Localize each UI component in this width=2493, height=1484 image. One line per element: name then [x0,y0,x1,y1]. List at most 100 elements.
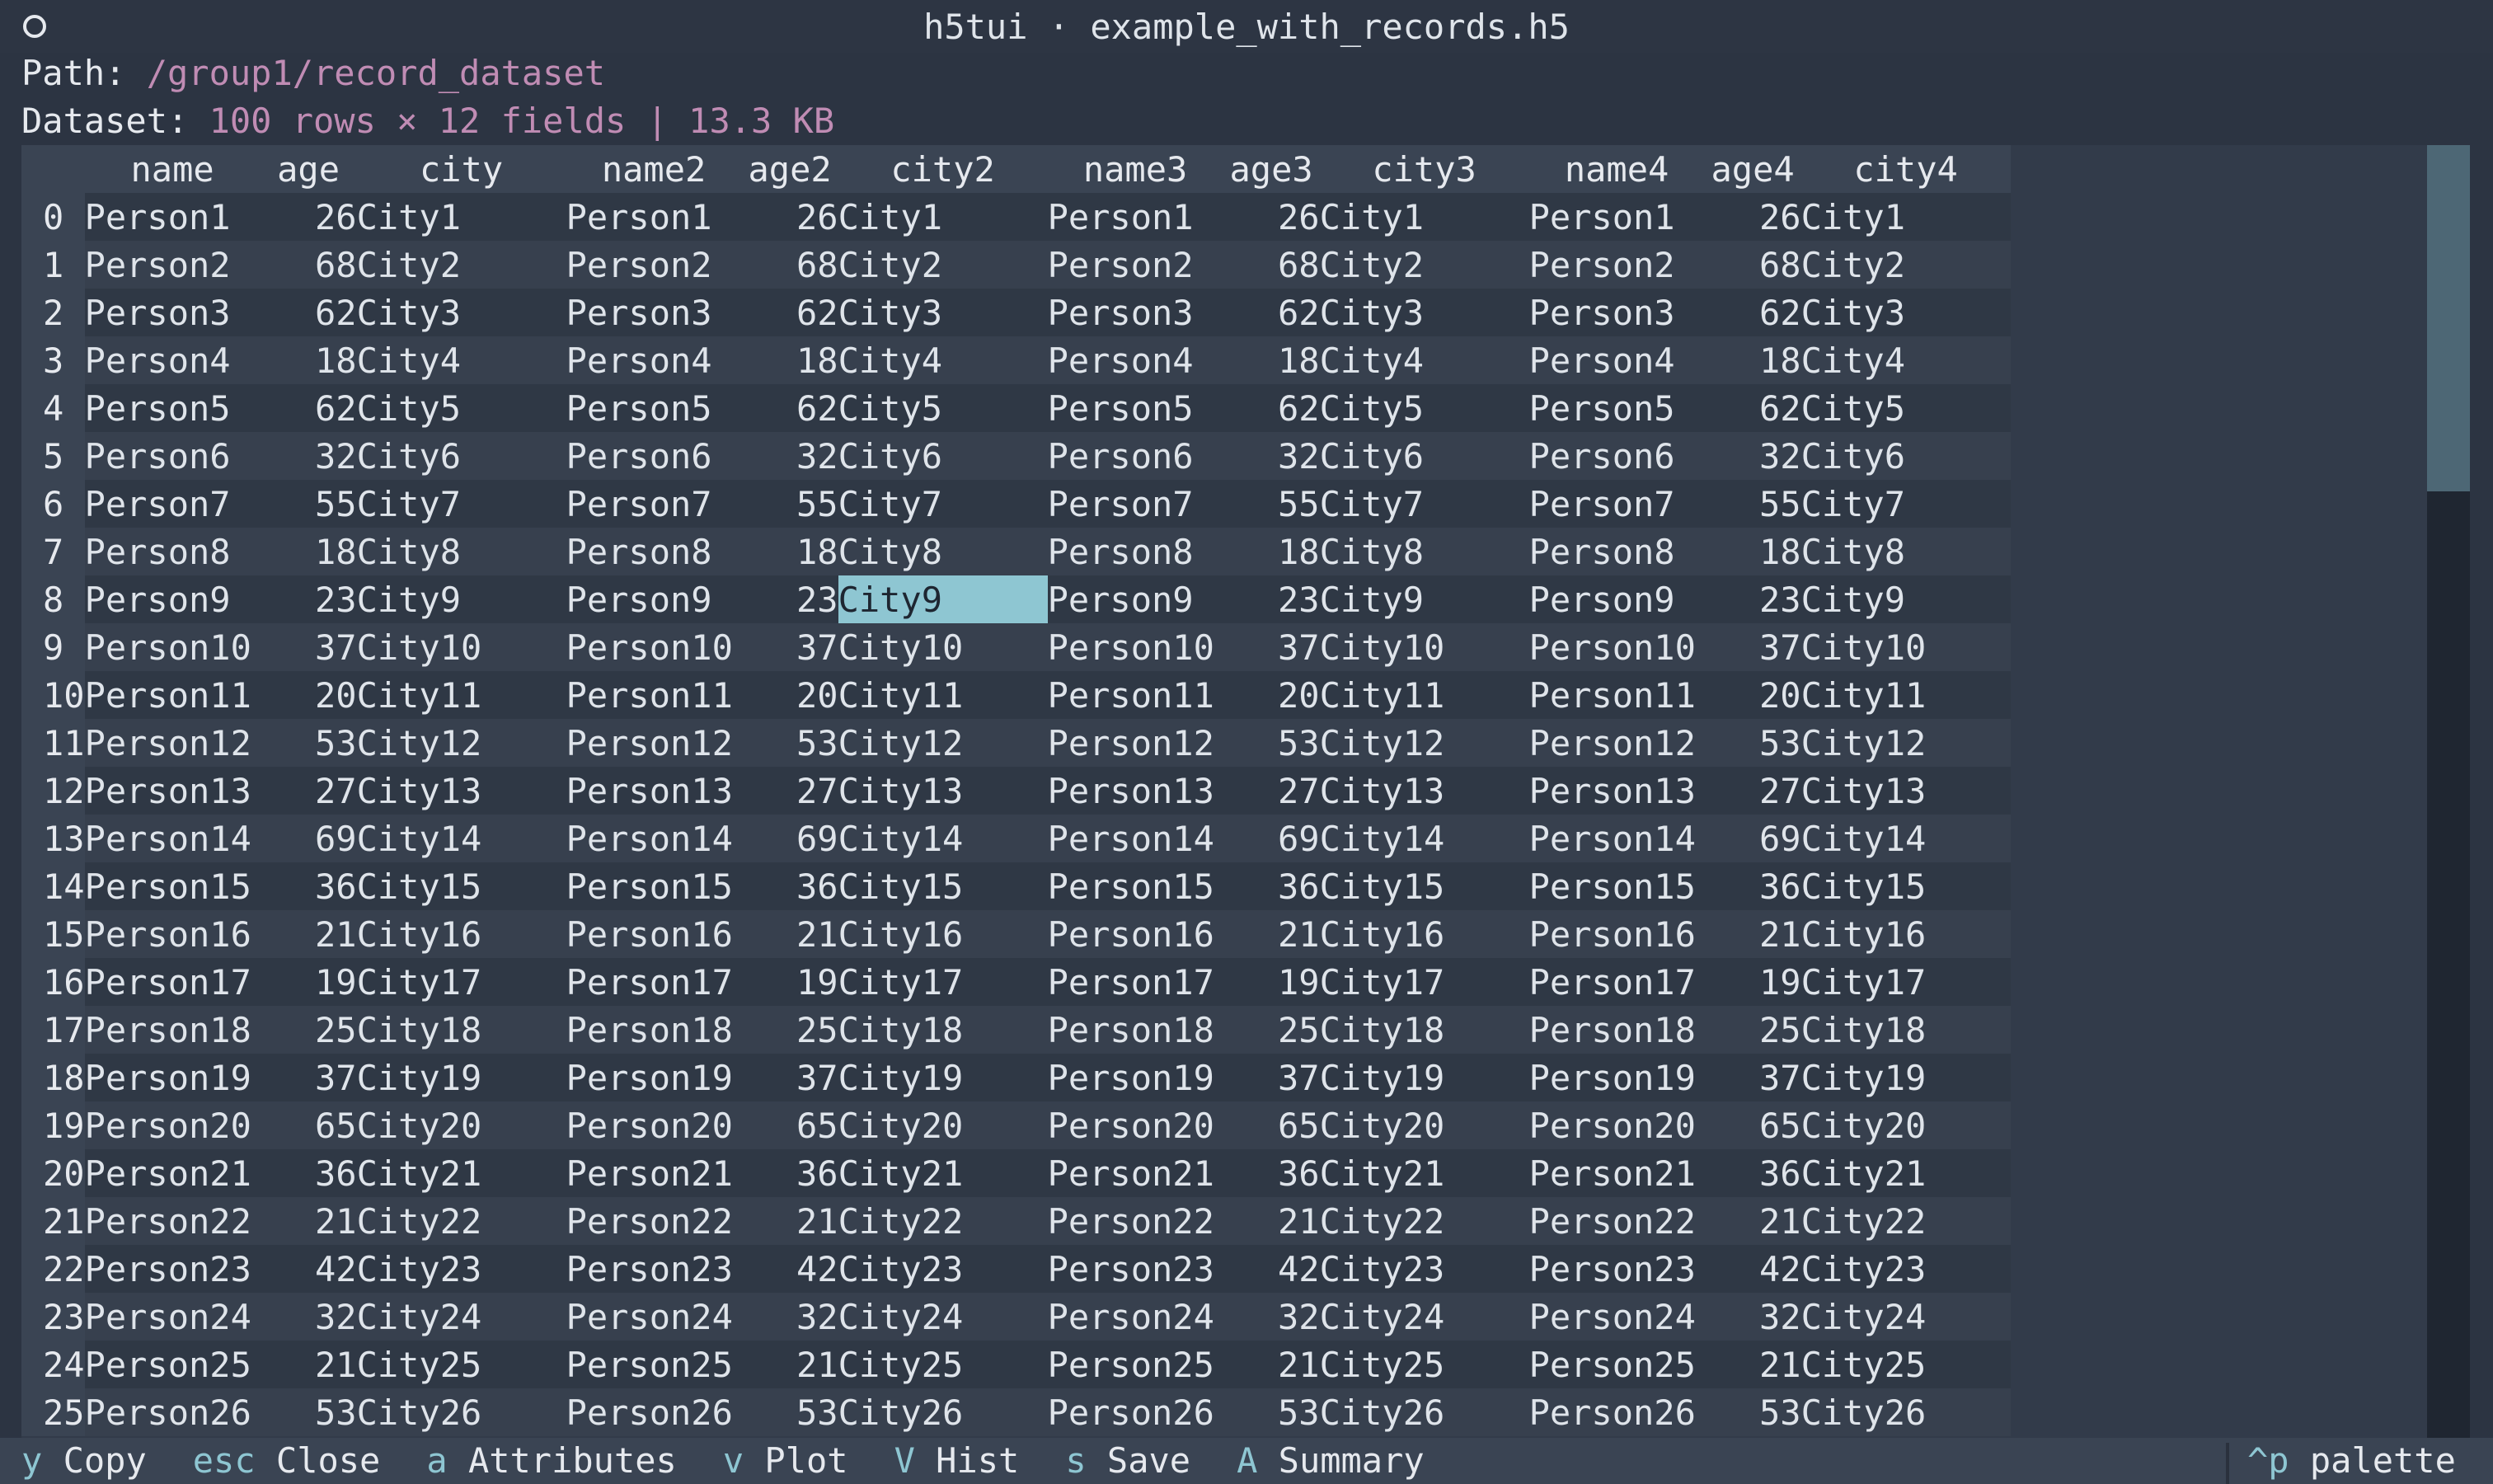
cell-city2[interactable]: City9 [838,575,1048,623]
cell-city4[interactable]: City1 [1800,193,2011,241]
cell-age[interactable]: 42 [260,1245,357,1293]
cell-city4[interactable]: City11 [1800,671,2011,719]
cell-age4[interactable]: 36 [1704,1149,1801,1197]
cell-age[interactable]: 19 [260,958,357,1006]
cell-name4[interactable]: Person17 [1528,958,1705,1006]
cell-city4[interactable]: City17 [1800,958,2011,1006]
cell-age3[interactable]: 68 [1223,241,1320,289]
cell-age[interactable]: 32 [260,1293,357,1341]
cell-age2[interactable]: 36 [741,1149,838,1197]
cell-city[interactable]: City14 [356,815,566,862]
cell-city[interactable]: City5 [356,384,566,432]
cell-age[interactable]: 36 [260,1149,357,1197]
cell-city3[interactable]: City20 [1319,1101,1529,1149]
cell-age4[interactable]: 65 [1704,1101,1801,1149]
cell-city3[interactable]: City2 [1319,241,1529,289]
cell-name[interactable]: Person17 [84,958,261,1006]
cell-name2[interactable]: Person2 [566,241,742,289]
cell-name2[interactable]: Person26 [566,1388,742,1436]
cell-city2[interactable]: City23 [838,1245,1048,1293]
cell-age[interactable]: 18 [260,528,357,575]
cell-city[interactable]: City18 [356,1006,566,1054]
cell-age4[interactable]: 62 [1704,384,1801,432]
cell-age2[interactable]: 69 [741,815,838,862]
cell-age4[interactable]: 32 [1704,432,1801,480]
table-row[interactable]: 2 Person3 62 City3 Person3 62 City3 Person3 62 Ci… [21,289,2011,336]
cell-name4[interactable]: Person21 [1528,1149,1705,1197]
cell-name3[interactable]: Person16 [1047,910,1223,958]
cell-city4[interactable]: City24 [1800,1293,2011,1341]
cell-city2[interactable]: City17 [838,958,1048,1006]
cell-city[interactable]: City21 [356,1149,566,1197]
cell-city2[interactable]: City13 [838,767,1048,815]
cell-city3[interactable]: City11 [1319,671,1529,719]
cell-age3[interactable]: 32 [1223,1293,1320,1341]
cell-age2[interactable]: 65 [741,1101,838,1149]
cell-name4[interactable]: Person10 [1528,623,1705,671]
cell-age3[interactable]: 27 [1223,767,1320,815]
cell-city[interactable]: City2 [356,241,566,289]
cell-city4[interactable]: City12 [1800,719,2011,767]
cell-name2[interactable]: Person16 [566,910,742,958]
cell-city[interactable]: City12 [356,719,566,767]
cell-city3[interactable]: City17 [1319,958,1529,1006]
cell-city3[interactable]: City18 [1319,1006,1529,1054]
table-row[interactable]: 4 Person5 62 City5 Person5 62 City5 Person5 62 Ci… [21,384,2011,432]
column-header-name2[interactable]: name2 [566,145,742,193]
cell-age2[interactable]: 68 [741,241,838,289]
cell-city3[interactable]: City4 [1319,336,1529,384]
cell-city2[interactable]: City12 [838,719,1048,767]
cell-name2[interactable]: Person13 [566,767,742,815]
column-header-name3[interactable]: name3 [1047,145,1223,193]
cell-age3[interactable]: 53 [1223,719,1320,767]
cell-age4[interactable]: 37 [1704,1054,1801,1101]
column-header-name4[interactable]: name4 [1528,145,1705,193]
cell-age3[interactable]: 42 [1223,1245,1320,1293]
cell-city[interactable]: City22 [356,1197,566,1245]
cell-age4[interactable]: 21 [1704,910,1801,958]
cell-age3[interactable]: 20 [1223,671,1320,719]
cell-city[interactable]: City17 [356,958,566,1006]
cell-name[interactable]: Person1 [84,193,261,241]
cell-age4[interactable]: 18 [1704,528,1801,575]
cell-name3[interactable]: Person26 [1047,1388,1223,1436]
cell-name[interactable]: Person20 [84,1101,261,1149]
keybinding-hist[interactable]: V Hist [894,1438,1020,1484]
command-palette-hint[interactable]: ^p palette [2247,1438,2456,1484]
cell-city4[interactable]: City8 [1800,528,2011,575]
cell-name3[interactable]: Person8 [1047,528,1223,575]
cell-name[interactable]: Person26 [84,1388,261,1436]
cell-age3[interactable]: 21 [1223,1197,1320,1245]
cell-age2[interactable]: 18 [741,528,838,575]
cell-age3[interactable]: 37 [1223,623,1320,671]
cell-age3[interactable]: 69 [1223,815,1320,862]
cell-name2[interactable]: Person24 [566,1293,742,1341]
cell-age3[interactable]: 26 [1223,193,1320,241]
cell-city2[interactable]: City8 [838,528,1048,575]
table-row[interactable]: 18 Person19 37 City19 Person19 37 City19 Person… [21,1054,2011,1101]
keybinding-attributes[interactable]: a Attributes [426,1438,676,1484]
table-row[interactable]: 20 Person21 36 City21 Person21 36 City21 Person… [21,1149,2011,1197]
cell-city3[interactable]: City26 [1319,1388,1529,1436]
table-row[interactable]: 10 Person11 20 City11 Person11 20 City11 Person… [21,671,2011,719]
cell-name3[interactable]: Person1 [1047,193,1223,241]
cell-name2[interactable]: Person19 [566,1054,742,1101]
cell-city2[interactable]: City10 [838,623,1048,671]
cell-age2[interactable]: 62 [741,384,838,432]
cell-age4[interactable]: 68 [1704,241,1801,289]
cell-city3[interactable]: City24 [1319,1293,1529,1341]
cell-age[interactable]: 37 [260,623,357,671]
cell-age[interactable]: 53 [260,719,357,767]
cell-age2[interactable]: 32 [741,432,838,480]
cell-name[interactable]: Person8 [84,528,261,575]
cell-city4[interactable]: City7 [1800,480,2011,528]
cell-city[interactable]: City13 [356,767,566,815]
cell-name[interactable]: Person15 [84,862,261,910]
table-row[interactable]: 24 Person25 21 City25 Person25 21 City25 Person… [21,1341,2011,1388]
cell-age2[interactable]: 18 [741,336,838,384]
cell-city4[interactable]: City3 [1800,289,2011,336]
cell-name2[interactable]: Person8 [566,528,742,575]
cell-name3[interactable]: Person10 [1047,623,1223,671]
data-table[interactable]: name age city name2 age2 city2 name3 age3 city3 n… [21,145,2011,1436]
cell-name4[interactable]: Person3 [1528,289,1705,336]
